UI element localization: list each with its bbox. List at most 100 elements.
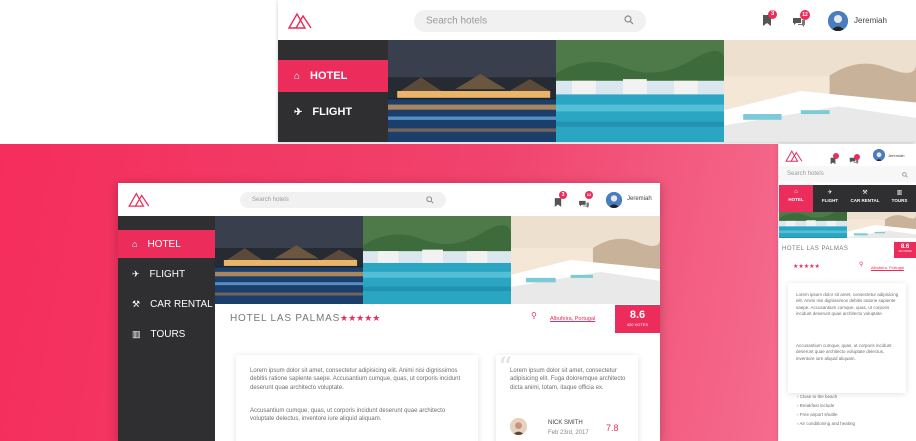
reviewer-name: NICK SMITH (548, 420, 583, 426)
sidebar-item-hotel[interactable]: ⌂ HOTEL (278, 60, 388, 92)
description-card: Lorem ipsum dolor sit amet, consectetur … (236, 355, 478, 441)
user-name[interactable]: Jeremiah (854, 16, 887, 25)
tab-label: TOURS (891, 198, 908, 203)
description-paragraph: Lorem ipsum dolor sit amet, consectetur … (796, 292, 899, 316)
sidebar: ⌂ HOTEL ✈ FLIGHT ⚒ CAR RENTAL ▥ TOURS (118, 216, 215, 441)
search-input[interactable]: Search hotels (240, 192, 446, 208)
search-input[interactable]: Search hotels (414, 10, 646, 32)
star-rating: ★★★★★ (340, 313, 381, 323)
search-icon[interactable] (426, 191, 434, 209)
tab-flight[interactable]: ✈ FLIGHT (813, 185, 847, 212)
list-item: › Breakfast include (797, 403, 835, 408)
sidebar-item-label: FLIGHT (312, 106, 353, 118)
list-item: › Close to the beach (797, 394, 838, 399)
avatar[interactable] (606, 192, 622, 208)
bookmark-badge (833, 153, 839, 159)
chat-icon[interactable]: 12 (792, 10, 810, 33)
sidebar-item-flight[interactable]: ✈ FLIGHT (118, 260, 215, 288)
tab-label: CAR RENTAL (850, 198, 880, 203)
bookmark-icon[interactable]: 3 (762, 10, 777, 32)
hotel-votes: 420 VOTES (626, 322, 649, 327)
tab-hotel[interactable]: ⌂ HOTEL (779, 185, 813, 212)
review-date: Feb 23rd, 2017 (548, 430, 589, 436)
wrench-icon: ⚒ (132, 298, 141, 309)
sidebar-item-label: FLIGHT (149, 268, 186, 280)
description-card: Lorem ipsum dolor sit amet, consectetur … (788, 283, 906, 393)
sidebar-item-flight[interactable]: ✈ FLIGHT (278, 96, 388, 128)
location-pin-icon: ⚲ (531, 311, 537, 320)
review-card: “ Lorem ipsum dolor sit amet, consectetu… (496, 351, 638, 441)
avatar[interactable] (873, 149, 885, 161)
logo-icon[interactable] (785, 149, 803, 162)
description-paragraph: Accusantium cumque, quas, ut corporis in… (796, 343, 892, 361)
hotel-photo-night (215, 216, 363, 304)
hotel-photo-pool (363, 216, 511, 304)
score-box: 8.6 420 VOTES (615, 305, 660, 333)
review-text: Lorem ipsum dolor sit amet, consectetur … (510, 368, 626, 391)
search-placeholder: Search hotels (787, 171, 824, 177)
score-box: 8.6 420 VOTES (894, 242, 916, 258)
hotel-name: HOTEL LAS PALMAS (782, 246, 849, 252)
user-name[interactable]: Jeremiah (627, 196, 652, 202)
tab-car-rental[interactable]: ⚒ CAR RENTAL (847, 185, 883, 212)
hotel-photo-pool (556, 40, 724, 142)
search-icon[interactable] (902, 165, 908, 183)
sidebar-item-label: HOTEL (310, 70, 348, 82)
search-icon[interactable] (624, 12, 634, 30)
chat-badge: 12 (800, 10, 810, 20)
plane-icon: ✈ (132, 268, 140, 279)
description-paragraph: Lorem ipsum dolor sit amet, consectetur … (250, 368, 461, 391)
bookmark-badge: 3 (559, 191, 567, 199)
hotel-photo-coast (724, 40, 916, 142)
tab-label: FLIGHT (821, 198, 839, 203)
logo-icon[interactable] (288, 11, 312, 29)
description-paragraph: Accusantium cumque, quas, ut corporis in… (250, 408, 446, 423)
sidebar-item-label: TOURS (150, 328, 186, 340)
chat-badge: 12 (585, 191, 593, 199)
mobile-nav: ⌂ HOTEL ✈ FLIGHT ⚒ CAR RENTAL ▥ TOURS (779, 185, 916, 212)
hotel-photo-night (388, 40, 556, 142)
home-icon: ⌂ (132, 239, 138, 249)
chat-icon[interactable]: 12 (578, 191, 593, 214)
star-rating: ★★★★★ (793, 264, 820, 270)
review-score: 7.8 (606, 423, 619, 433)
mobile-preview: Jeremiah Search hotels ⌂ HOTEL ✈ FLIGHT … (779, 144, 916, 441)
home-icon: ⌂ (794, 189, 798, 195)
hotel-location[interactable]: Albufeira, Portugal (871, 265, 904, 270)
user-name[interactable]: Jeremiah (888, 153, 904, 158)
map-icon: ▥ (896, 190, 903, 196)
bookmark-icon[interactable]: 3 (554, 191, 567, 213)
showcase-canvas: Search hotels 3 12 Jeremiah ⌂ HOTEL ✈ FL… (0, 0, 916, 441)
hotel-score: 8.6 (629, 309, 646, 321)
hotel-photo-pool (779, 212, 847, 238)
search-placeholder: Search hotels (426, 15, 488, 27)
sidebar-item-hotel[interactable]: ⌂ HOTEL (118, 230, 215, 258)
desktop-preview-top: Search hotels 3 12 Jeremiah ⌂ HOTEL ✈ FL… (278, 0, 916, 142)
hotel-location[interactable]: Albufeira, Portugal (550, 316, 595, 322)
wrench-icon: ⚒ (862, 190, 868, 196)
hotel-photo-coast (511, 216, 660, 304)
avatar[interactable] (828, 11, 848, 31)
tab-tours[interactable]: ▥ TOURS (883, 185, 916, 212)
chat-badge (854, 154, 860, 160)
home-icon: ⌂ (294, 70, 301, 82)
sidebar-item-tours[interactable]: ▥ TOURS (118, 320, 215, 348)
plane-icon: ✈ (827, 190, 833, 196)
location-pin-icon: ⚲ (859, 262, 864, 268)
hotel-photo-coast (847, 212, 916, 238)
sidebar-item-label: HOTEL (147, 238, 181, 250)
hotel-votes: 420 VOTES (898, 250, 912, 253)
sidebar-item-car-rental[interactable]: ⚒ CAR RENTAL (118, 290, 215, 318)
reviewer-avatar (510, 418, 527, 435)
feature-list: › Close to the beach › Breakfast include… (797, 394, 907, 430)
plane-icon: ✈ (294, 106, 303, 118)
list-item: › Air conditioning and heating (797, 421, 856, 426)
search-input[interactable]: Search hotels (779, 166, 916, 182)
desktop-preview-main: Search hotels 3 12 Jeremiah ⌂ HOTEL ✈ FL… (118, 183, 660, 441)
tab-label: HOTEL (788, 197, 804, 202)
logo-icon[interactable] (128, 191, 150, 207)
bookmark-badge: 3 (768, 10, 777, 19)
hotel-name: HOTEL LAS PALMAS (230, 313, 341, 324)
sidebar: ⌂ HOTEL ✈ FLIGHT (278, 40, 388, 142)
map-icon: ▥ (132, 328, 141, 339)
